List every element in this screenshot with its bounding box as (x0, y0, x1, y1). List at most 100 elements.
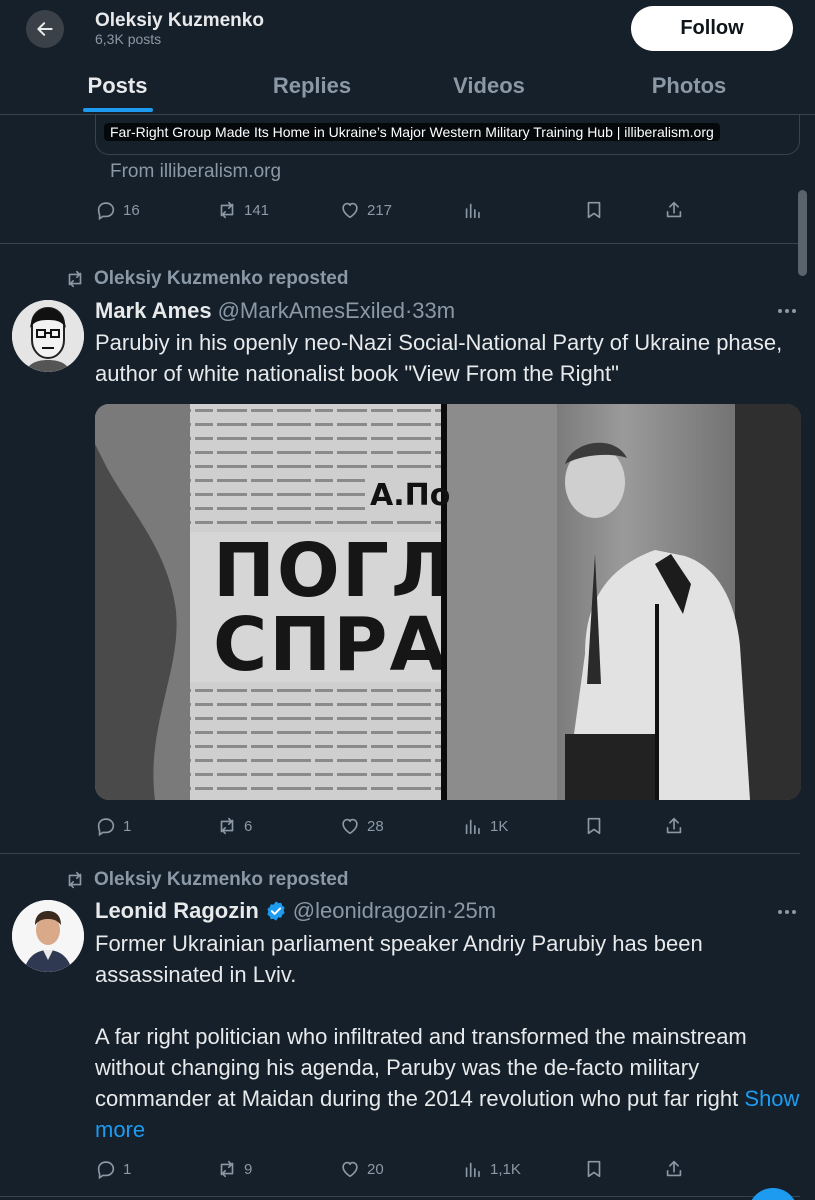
view-count: 1K (490, 817, 509, 835)
author-name[interactable]: Mark Ames (95, 298, 212, 324)
post-text-paragraph: Former Ukrainian parliament speaker Andr… (95, 931, 703, 987)
repost-button[interactable]: 141 (216, 195, 269, 225)
share-icon (663, 199, 685, 221)
profile-header: Oleksiy Kuzmenko 6,3K posts Follow Posts… (0, 0, 815, 115)
views-icon (462, 199, 484, 221)
repost-icon (216, 1158, 238, 1180)
like-icon (339, 815, 361, 837)
like-count: 20 (367, 1160, 384, 1178)
post-header: Leonid Ragozin @leonidragozin · 25m (95, 897, 496, 925)
separator-dot: · (404, 298, 413, 323)
follow-button[interactable]: Follow (631, 6, 793, 51)
active-tab-indicator (83, 108, 153, 112)
compose-button[interactable] (748, 1188, 798, 1200)
reply-button[interactable]: 1 (95, 1154, 131, 1184)
tab-photos[interactable]: Photos (625, 58, 753, 114)
post-header: Mark Ames @MarkAmesExiled · 33m (95, 297, 455, 325)
avatar-illustration (12, 300, 84, 372)
bookmark-button[interactable] (583, 195, 605, 225)
share-button[interactable] (663, 195, 685, 225)
share-button[interactable] (663, 1154, 685, 1184)
book-title-line-2: СПРА (213, 602, 441, 688)
post-divider (0, 1196, 800, 1197)
scrollbar-thumb[interactable] (798, 190, 807, 276)
reply-button[interactable]: 16 (95, 195, 140, 225)
tab-videos[interactable]: Videos (430, 58, 548, 114)
repost-icon (64, 869, 86, 891)
like-button[interactable]: 20 (339, 1154, 384, 1184)
repost-icon (216, 815, 238, 837)
like-icon (339, 1158, 361, 1180)
bookmark-icon (583, 199, 605, 221)
views-button[interactable]: 1K (462, 811, 508, 841)
views-button[interactable] (462, 195, 484, 225)
book-author-text: А.По (370, 478, 451, 513)
repost-count: 141 (244, 201, 270, 219)
author-handle[interactable]: @MarkAmesExiled (218, 298, 405, 324)
like-button[interactable]: 28 (339, 811, 384, 841)
repost-indicator[interactable]: Oleksiy Kuzmenko reposted (64, 868, 348, 892)
reply-count: 1 (123, 1160, 132, 1178)
reply-icon (95, 199, 117, 221)
bookmark-button[interactable] (583, 811, 605, 841)
top-post-actions: 16 141 217 (95, 195, 795, 225)
tab-posts[interactable]: Posts (60, 58, 175, 114)
post-actions: 1 6 28 1K (95, 811, 795, 841)
author-handle[interactable]: @leonidragozin (293, 898, 446, 924)
repost-count: 6 (244, 817, 253, 835)
back-arrow-icon (37, 22, 53, 36)
post-text: Former Ukrainian parliament speaker Andr… (95, 928, 800, 1145)
like-count: 28 (367, 817, 384, 835)
link-source[interactable]: From illiberalism.org (110, 161, 281, 183)
post-time[interactable]: 33m (412, 298, 455, 324)
repost-icon (64, 268, 86, 290)
reply-count: 1 (123, 817, 132, 835)
repost-label: Oleksiy Kuzmenko reposted (94, 268, 349, 289)
post-actions: 1 9 20 1,1K (95, 1154, 795, 1184)
avatar-photo (12, 900, 84, 972)
back-button[interactable] (26, 10, 64, 48)
repost-label: Oleksiy Kuzmenko reposted (94, 869, 349, 890)
more-icon[interactable] (778, 907, 802, 917)
avatar[interactable] (12, 300, 84, 372)
bookmark-button[interactable] (583, 1154, 605, 1184)
bookmark-icon (583, 815, 605, 837)
repost-indicator[interactable]: Oleksiy Kuzmenko reposted (64, 267, 348, 291)
post-text: Parubiy in his openly neo-Nazi Social-Na… (95, 330, 783, 386)
post-divider (0, 853, 800, 854)
post-image[interactable]: А.По ПОГЛ СПРА (95, 404, 801, 800)
repost-button[interactable]: 6 (216, 811, 252, 841)
view-count: 1,1K (490, 1160, 521, 1178)
views-icon (462, 1158, 484, 1180)
like-button[interactable]: 217 (339, 195, 392, 225)
post-text-paragraph: A far right politician who infiltrated a… (95, 1021, 800, 1145)
avatar[interactable] (12, 900, 84, 972)
repost-button[interactable]: 9 (216, 1154, 252, 1184)
verified-icon (267, 901, 285, 921)
more-icon[interactable] (778, 306, 802, 316)
share-button[interactable] (663, 811, 685, 841)
tab-replies[interactable]: Replies (252, 58, 372, 114)
reply-count: 16 (123, 201, 140, 219)
link-preview-title[interactable]: Far-Right Group Made Its Home in Ukraine… (104, 123, 720, 141)
author-name[interactable]: Leonid Ragozin (95, 898, 259, 924)
reply-icon (95, 815, 117, 837)
repost-icon (216, 199, 238, 221)
post-photo (95, 404, 801, 800)
reply-icon (95, 1158, 117, 1180)
like-count: 217 (367, 201, 393, 219)
bookmark-icon (583, 1158, 605, 1180)
like-icon (339, 199, 361, 221)
repost-count: 9 (244, 1160, 253, 1178)
profile-name: Oleksiy Kuzmenko (95, 10, 264, 31)
post-text-body: A far right politician who infiltrated a… (95, 1024, 747, 1111)
post-time[interactable]: 25m (453, 898, 496, 924)
separator-dot: · (445, 898, 454, 923)
views-icon (462, 815, 484, 837)
reply-button[interactable]: 1 (95, 811, 131, 841)
post-count: 6,3K posts (95, 31, 162, 47)
post-divider (0, 243, 800, 244)
views-button[interactable]: 1,1K (462, 1154, 521, 1184)
share-icon (663, 815, 685, 837)
share-icon (663, 1158, 685, 1180)
